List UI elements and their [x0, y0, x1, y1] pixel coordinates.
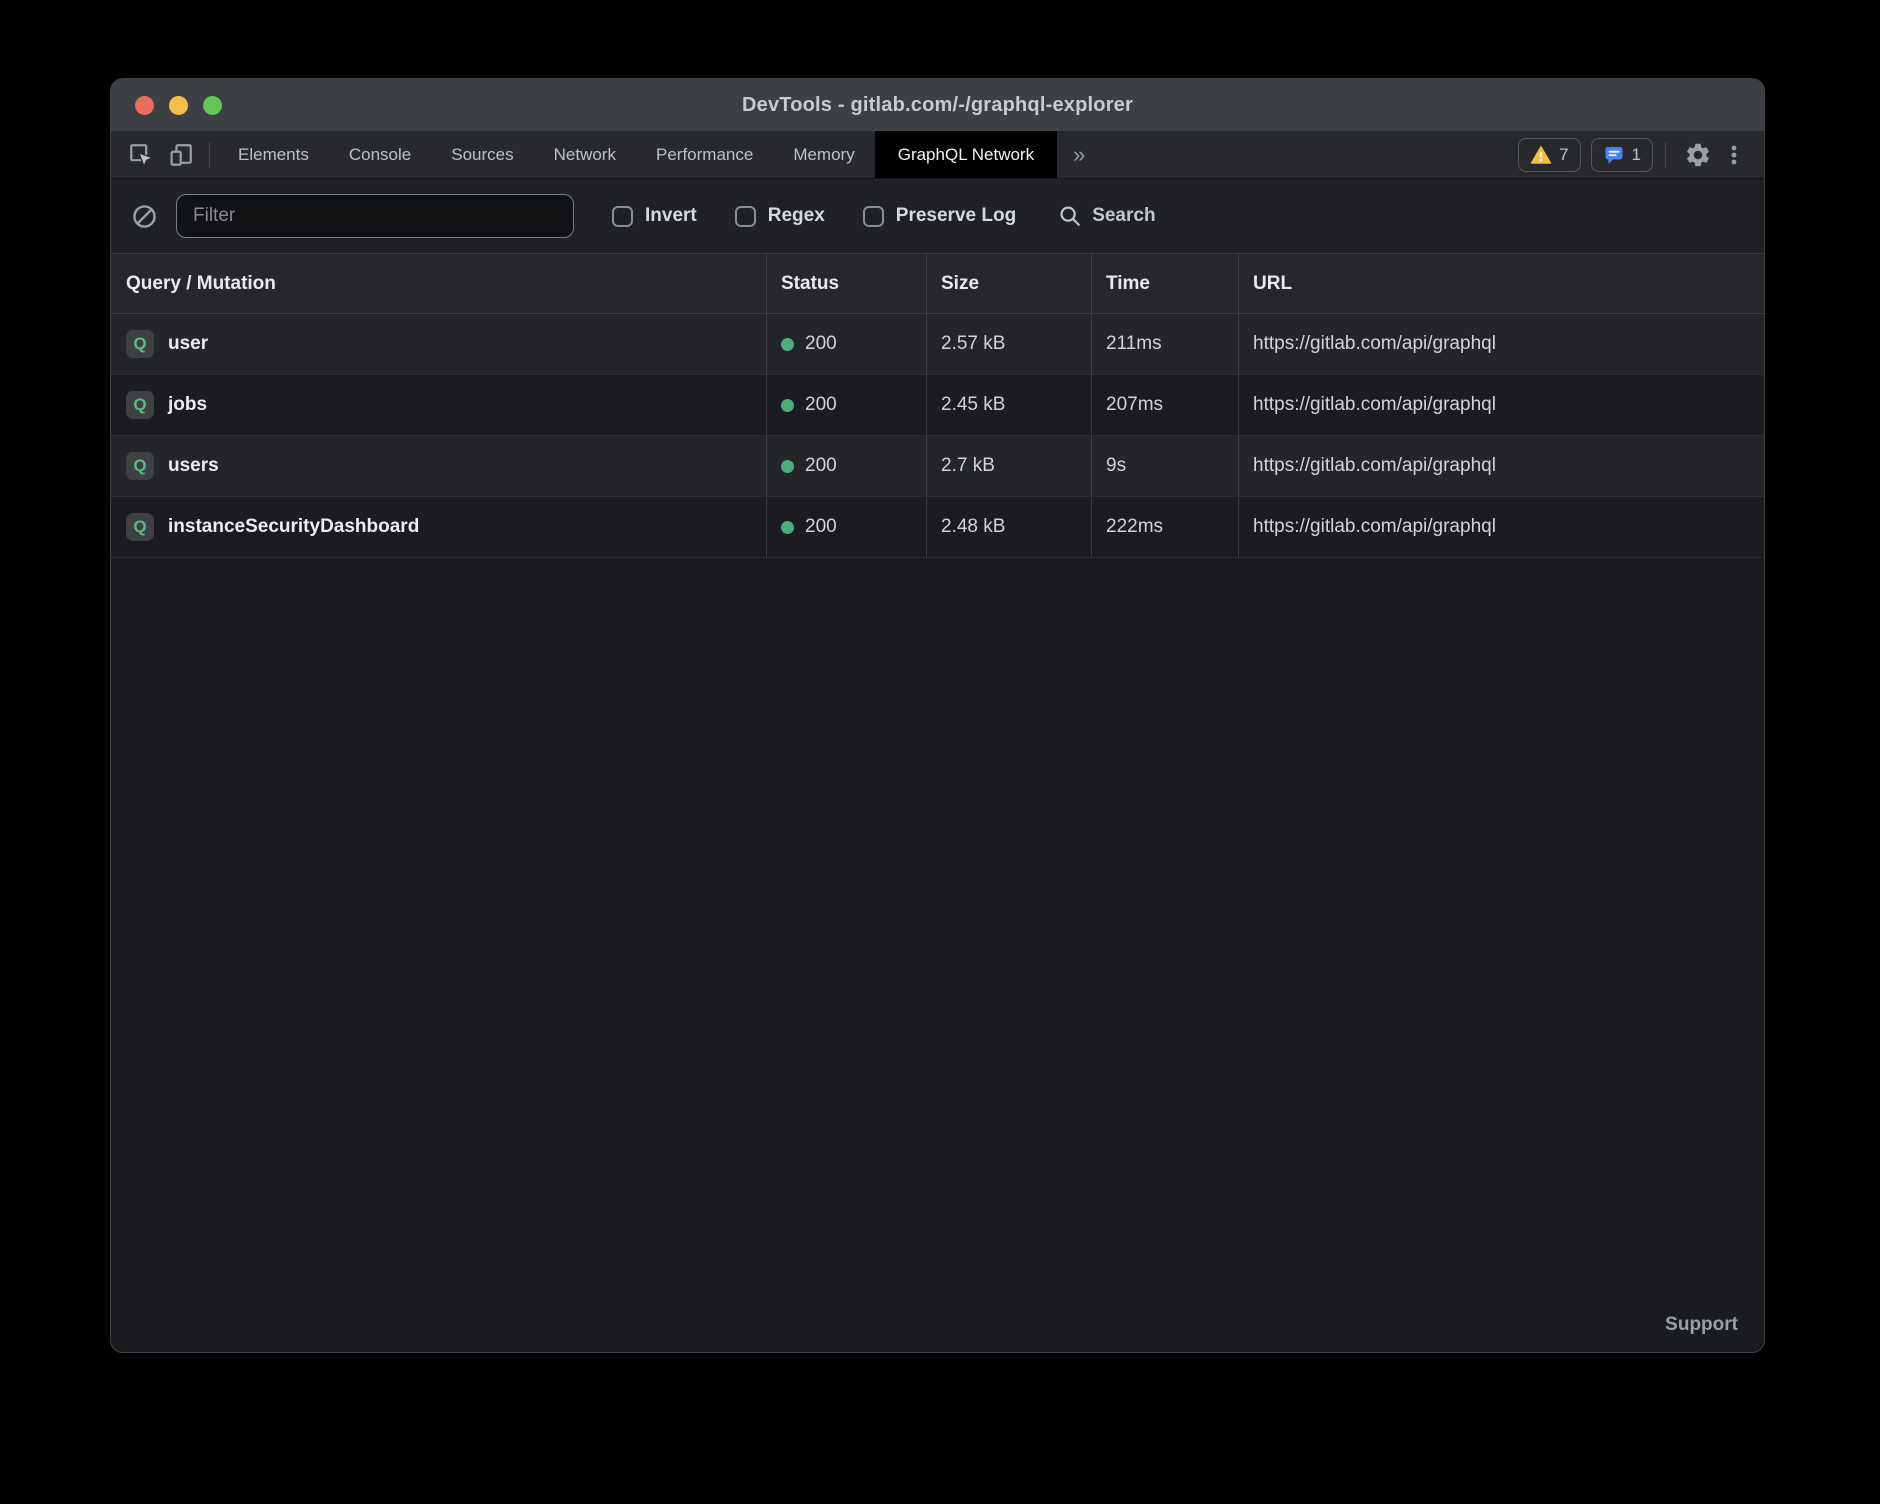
status-cell: 200 — [766, 375, 926, 435]
query-cell: Q user — [111, 314, 766, 374]
size-cell: 2.57 kB — [926, 314, 1091, 374]
filter-bar: Invert Regex Preserve Log Search — [111, 179, 1764, 253]
minimize-window-button[interactable] — [169, 96, 188, 115]
status-cell: 200 — [766, 314, 926, 374]
message-bubble-icon — [1603, 144, 1625, 166]
titlebar: DevTools - gitlab.com/-/graphql-explorer — [111, 79, 1764, 131]
invert-checkbox-group: Invert — [612, 205, 697, 227]
warning-triangle-icon — [1530, 144, 1552, 166]
invert-label: Invert — [645, 205, 697, 227]
status-ok-dot — [781, 521, 794, 534]
message-count: 1 — [1632, 145, 1641, 165]
time-cell: 207ms — [1091, 375, 1238, 435]
traffic-lights — [135, 79, 222, 131]
size-cell: 2.7 kB — [926, 436, 1091, 496]
url-cell: https://gitlab.com/api/graphql — [1238, 314, 1764, 374]
window-title: DevTools - gitlab.com/-/graphql-explorer — [742, 94, 1133, 117]
time-cell: 9s — [1091, 436, 1238, 496]
regex-label: Regex — [768, 205, 825, 227]
query-cell: Q users — [111, 436, 766, 496]
url-cell: https://gitlab.com/api/graphql — [1238, 497, 1764, 557]
preserve-log-checkbox-group: Preserve Log — [863, 205, 1016, 227]
query-name: jobs — [168, 394, 207, 416]
messages-badge[interactable]: 1 — [1591, 138, 1653, 172]
toolbar-divider — [209, 142, 210, 168]
regex-checkbox[interactable] — [735, 206, 756, 227]
query-name: user — [168, 333, 208, 355]
kebab-menu-icon[interactable] — [1718, 135, 1750, 175]
table-row[interactable]: Q jobs 200 2.45 kB 207ms https://gitlab.… — [111, 375, 1764, 436]
column-header-url[interactable]: URL — [1238, 254, 1764, 313]
status-ok-dot — [781, 399, 794, 412]
status-ok-dot — [781, 460, 794, 473]
query-type-badge: Q — [126, 330, 154, 358]
status-code: 200 — [805, 455, 837, 477]
more-tabs-chevron-icon[interactable]: » — [1057, 142, 1101, 168]
tab-console[interactable]: Console — [329, 131, 431, 178]
filter-input[interactable] — [176, 194, 574, 238]
status-cell: 200 — [766, 497, 926, 557]
warning-count: 7 — [1559, 145, 1568, 165]
query-cell: Q instanceSecurityDashboard — [111, 497, 766, 557]
tab-elements[interactable]: Elements — [218, 131, 329, 178]
status-code: 200 — [805, 333, 837, 355]
table-row[interactable]: Q users 200 2.7 kB 9s https://gitlab.com… — [111, 436, 1764, 497]
size-cell: 2.48 kB — [926, 497, 1091, 557]
tab-memory[interactable]: Memory — [773, 131, 874, 178]
toolbar-divider — [1665, 142, 1666, 168]
device-toolbar-icon[interactable] — [161, 135, 201, 175]
devtools-toolbar: Elements Console Sources Network Perform… — [111, 131, 1764, 179]
query-type-badge: Q — [126, 513, 154, 541]
column-header-query[interactable]: Query / Mutation — [111, 254, 766, 313]
query-name: instanceSecurityDashboard — [168, 516, 419, 538]
close-window-button[interactable] — [135, 96, 154, 115]
status-code: 200 — [805, 394, 837, 416]
warnings-badge[interactable]: 7 — [1518, 138, 1580, 172]
regex-checkbox-group: Regex — [735, 205, 825, 227]
tab-sources[interactable]: Sources — [431, 131, 533, 178]
support-link[interactable]: Support — [1665, 1314, 1738, 1336]
url-cell: https://gitlab.com/api/graphql — [1238, 375, 1764, 435]
clear-block-icon[interactable] — [131, 203, 158, 230]
url-cell: https://gitlab.com/api/graphql — [1238, 436, 1764, 496]
inspect-element-icon[interactable] — [121, 135, 161, 175]
maximize-window-button[interactable] — [203, 96, 222, 115]
search-label: Search — [1092, 205, 1155, 227]
column-header-status[interactable]: Status — [766, 254, 926, 313]
preserve-log-checkbox[interactable] — [863, 206, 884, 227]
tab-graphql-network[interactable]: GraphQL Network — [875, 131, 1057, 178]
status-ok-dot — [781, 338, 794, 351]
tab-network[interactable]: Network — [534, 131, 636, 178]
tab-performance[interactable]: Performance — [636, 131, 773, 178]
time-cell: 211ms — [1091, 314, 1238, 374]
status-cell: 200 — [766, 436, 926, 496]
search-icon — [1058, 204, 1082, 228]
invert-checkbox[interactable] — [612, 206, 633, 227]
empty-results-area: Support — [111, 558, 1764, 1352]
status-code: 200 — [805, 516, 837, 538]
table-row[interactable]: Q instanceSecurityDashboard 200 2.48 kB … — [111, 497, 1764, 558]
time-cell: 222ms — [1091, 497, 1238, 557]
query-type-badge: Q — [126, 452, 154, 480]
query-cell: Q jobs — [111, 375, 766, 435]
column-header-time[interactable]: Time — [1091, 254, 1238, 313]
table-header: Query / Mutation Status Size Time URL — [111, 253, 1764, 314]
devtools-window: DevTools - gitlab.com/-/graphql-explorer… — [110, 78, 1765, 1353]
preserve-log-label: Preserve Log — [896, 205, 1016, 227]
column-header-size[interactable]: Size — [926, 254, 1091, 313]
size-cell: 2.45 kB — [926, 375, 1091, 435]
table-row[interactable]: Q user 200 2.57 kB 211ms https://gitlab.… — [111, 314, 1764, 375]
search-button[interactable]: Search — [1058, 204, 1155, 228]
query-name: users — [168, 455, 219, 477]
settings-gear-icon[interactable] — [1678, 135, 1718, 175]
query-type-badge: Q — [126, 391, 154, 419]
